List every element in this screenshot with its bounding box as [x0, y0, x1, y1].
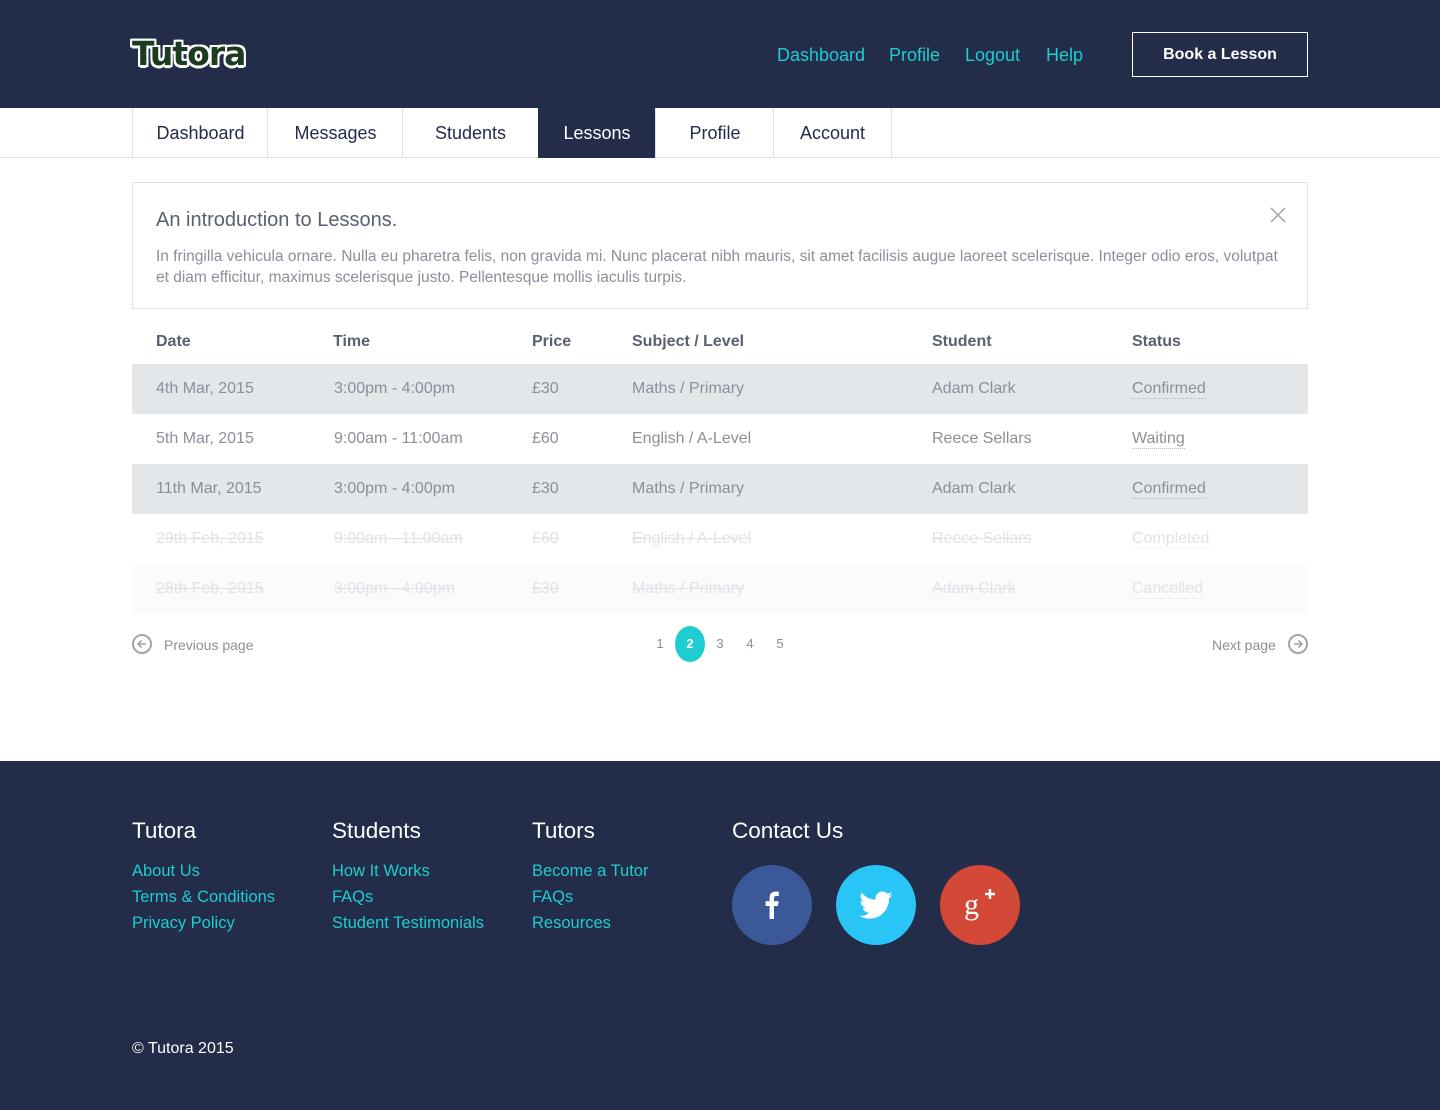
table-row[interactable]: 28th Feb, 2015 3:00pm - 4:00pm £30 Maths… [132, 564, 1308, 614]
tab-account[interactable]: Account [773, 108, 891, 158]
table-row[interactable]: 5th Mar, 2015 9:00am - 11:00am £60 Engli… [132, 414, 1308, 464]
footer-link-student-faqs[interactable]: FAQs [332, 888, 373, 907]
facebook-button[interactable] [732, 865, 812, 945]
cell-subject: English / A-Level [632, 530, 752, 547]
table-row[interactable]: 4th Mar, 2015 3:00pm - 4:00pm £30 Maths … [132, 364, 1308, 414]
topnav-help[interactable]: Help [1046, 44, 1083, 66]
cell-date: 11th Mar, 2015 [156, 480, 262, 497]
footer-heading-contact: Contact Us [732, 818, 844, 843]
site-header: Tutora Dashboard Profile Logout Help Boo… [0, 0, 1440, 108]
page-number[interactable]: 3 [705, 626, 735, 662]
google-plus-button[interactable]: g [940, 865, 1020, 945]
status-link[interactable]: Confirmed [1132, 379, 1206, 399]
column-header-subject: Subject / Level [632, 333, 745, 350]
cell-price: £30 [532, 580, 559, 597]
column-header-date: Date [156, 333, 191, 350]
close-icon[interactable] [1267, 204, 1289, 226]
twitter-icon [859, 891, 893, 919]
footer-link-privacy[interactable]: Privacy Policy [132, 914, 235, 933]
tab-students[interactable]: Students [402, 108, 538, 158]
footer-link-terms[interactable]: Terms & Conditions [132, 888, 275, 907]
footer-heading-students: Students [332, 818, 421, 843]
footer-link-become-tutor[interactable]: Become a Tutor [532, 862, 648, 881]
page-number[interactable]: 4 [735, 626, 765, 662]
twitter-button[interactable] [836, 865, 916, 945]
arrow-left-icon [132, 634, 152, 654]
cell-price: £60 [532, 430, 559, 447]
table-row[interactable]: 11th Mar, 2015 3:00pm - 4:00pm £30 Maths… [132, 464, 1308, 514]
tab-dashboard[interactable]: Dashboard [132, 108, 268, 158]
tab-bar: Dashboard Messages Students Lessons Prof… [0, 108, 1440, 158]
cell-student: Reece Sellars [932, 430, 1032, 447]
previous-page-link[interactable]: Previous page [132, 634, 262, 656]
footer-link-resources[interactable]: Resources [532, 914, 611, 933]
page-number[interactable]: 1 [645, 626, 675, 662]
topnav-dashboard[interactable]: Dashboard [777, 44, 865, 66]
cell-date: 28th Feb, 2015 [156, 580, 264, 597]
column-header-status: Status [1132, 333, 1181, 350]
column-header-price: Price [532, 333, 572, 350]
column-header-time: Time [333, 333, 371, 350]
cell-student: Adam Clark [932, 580, 1016, 597]
google-plus-icon: g [964, 888, 995, 921]
intro-text: In fringilla vehicula ornare. Nulla eu p… [156, 248, 1278, 286]
cell-time: 3:00pm - 4:00pm [334, 480, 455, 497]
intro-title: An introduction to Lessons. [156, 209, 398, 231]
table-row[interactable]: 29th Feb, 2015 9:00am - 11:00am £60 Engl… [132, 514, 1308, 564]
arrow-right-icon [1288, 634, 1308, 654]
footer-heading-tutors: Tutors [532, 818, 595, 843]
cell-subject: Maths / Primary [632, 580, 745, 597]
copyright: © Tutora 2015 [132, 1040, 234, 1057]
cell-price: £30 [532, 380, 559, 397]
svg-text:g: g [964, 888, 979, 921]
tab-lessons[interactable]: Lessons [538, 108, 655, 158]
footer-heading-tutora: Tutora [132, 818, 197, 843]
status-link[interactable]: Confirmed [1132, 479, 1206, 499]
cell-date: 5th Mar, 2015 [156, 430, 254, 447]
status-link[interactable]: Waiting [1132, 429, 1185, 449]
cell-price: £60 [532, 530, 559, 547]
footer-link-how-it-works[interactable]: How It Works [332, 862, 430, 881]
previous-page-label: Previous page [164, 637, 254, 653]
page-number[interactable]: 5 [765, 626, 795, 662]
page-number-current[interactable]: 2 [675, 626, 705, 662]
tutora-logo[interactable]: Tutora [132, 34, 246, 74]
footer-link-testimonials[interactable]: Student Testimonials [332, 914, 484, 933]
cell-subject: English / A-Level [632, 430, 752, 447]
topnav-logout[interactable]: Logout [965, 44, 1020, 66]
topnav-profile[interactable]: Profile [889, 44, 940, 66]
cell-time: 3:00pm - 4:00pm [334, 380, 455, 397]
next-page-link[interactable]: Next page [1212, 634, 1308, 656]
site-footer: Tutora About Us Terms & Conditions Priva… [0, 761, 1440, 1110]
cell-date: 4th Mar, 2015 [156, 380, 254, 397]
cell-student: Reece Sellars [932, 530, 1032, 547]
tab-profile[interactable]: Profile [655, 108, 774, 158]
tab-divider [891, 108, 892, 158]
footer-link-tutor-faqs[interactable]: FAQs [532, 888, 573, 907]
cell-student: Adam Clark [932, 480, 1016, 497]
column-header-student: Student [932, 333, 992, 350]
status-link[interactable]: Cancelled [1132, 579, 1204, 599]
cell-date: 29th Feb, 2015 [156, 530, 264, 547]
cell-time: 9:00am - 11:00am [334, 430, 463, 447]
cell-subject: Maths / Primary [632, 380, 745, 397]
tab-messages[interactable]: Messages [267, 108, 403, 158]
cell-student: Adam Clark [932, 380, 1016, 397]
cell-subject: Maths / Primary [632, 480, 745, 497]
facebook-icon [765, 891, 779, 919]
cell-price: £30 [532, 480, 559, 497]
next-page-label: Next page [1212, 637, 1276, 653]
intro-panel: An introduction to Lessons. In fringilla… [132, 182, 1308, 309]
footer-link-about-us[interactable]: About Us [132, 862, 200, 881]
cell-time: 3:00pm - 4:00pm [334, 580, 455, 597]
status-link[interactable]: Completed [1132, 529, 1210, 549]
book-lesson-button[interactable]: Book a Lesson [1132, 32, 1308, 77]
cell-time: 9:00am - 11:00am [334, 530, 463, 547]
